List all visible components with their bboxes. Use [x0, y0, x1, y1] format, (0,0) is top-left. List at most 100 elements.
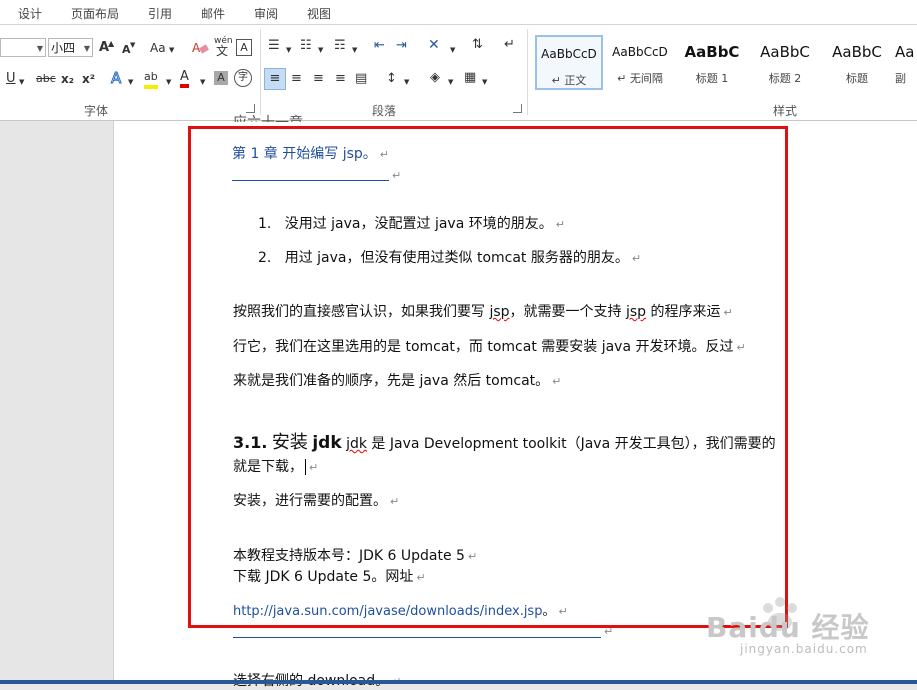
phonetic-guide-button[interactable]: 文 — [216, 43, 228, 59]
chevron-down-icon: ▼ — [36, 44, 43, 53]
group-divider — [527, 29, 528, 115]
subscript-button[interactable]: x₂ — [61, 71, 74, 87]
section-title-cn: 安装 — [271, 432, 308, 453]
style-no-spacing[interactable]: AaBbCcD ↵ 无间隔 — [606, 35, 674, 90]
chapter-title: 第 1 章 开始编写 jsp。 ↵ — [232, 143, 389, 163]
line-spacing-icon[interactable]: ↕ — [386, 71, 397, 87]
list-text: 用过 java，但没有使用过类似 tomcat 服务器的朋友。 — [284, 250, 629, 266]
chevron-down-icon: ▼ — [404, 78, 410, 86]
chevron-down-icon: ▼ — [482, 78, 488, 86]
paragraph-dialog-launcher[interactable] — [513, 104, 522, 113]
style-name: 标题 2 — [768, 72, 802, 85]
change-case-button[interactable]: Aa — [150, 40, 166, 56]
download-link[interactable]: http://java.sun.com/javase/downloads/ind… — [233, 604, 542, 619]
chevron-down-icon: ▼ — [318, 46, 324, 54]
body-line: 行它，我们在这里选用的是 tomcat，而 tomcat 需要安装 java 开… — [233, 336, 746, 356]
ribbon-tab-bar: 设计 页面布局 引用 邮件 审阅 视图 — [0, 0, 917, 25]
style-sample: AaBbC — [760, 43, 810, 61]
show-marks-icon[interactable]: ↵ — [504, 37, 515, 53]
grow-arrow-icon: ▲ — [108, 39, 115, 48]
tab-mailings[interactable]: 邮件 — [201, 5, 225, 22]
paragraph-group-label: 段落 — [372, 104, 397, 118]
chevron-down-icon: ▼ — [286, 46, 292, 54]
style-heading-2[interactable]: AaBbC 标题 2 — [751, 35, 819, 90]
style-name: ↵ 正文 — [551, 74, 587, 87]
chevron-down-icon: ▼ — [128, 78, 134, 86]
watermark-logo-text: Baidu 经验 — [706, 611, 870, 644]
text-effect-button[interactable]: A — [110, 70, 121, 87]
align-right-button[interactable]: ≡ — [313, 71, 324, 87]
paragraph-mark-icon: ↵ — [552, 375, 562, 388]
enclose-char-button[interactable]: 字 — [234, 69, 252, 87]
multilevel-list-icon[interactable]: ☶ — [334, 38, 346, 54]
char-shading-button[interactable]: A — [214, 71, 228, 85]
style-sample: AaBbCcD — [541, 47, 597, 61]
char-border-button[interactable]: A — [236, 39, 252, 56]
text-run: 的程序来运 — [646, 304, 721, 320]
strikethrough-button[interactable]: abc — [36, 71, 56, 87]
text-run: 。 — [542, 604, 556, 619]
sort-icon[interactable]: ⇅ — [472, 37, 483, 53]
chevron-down-icon: ▼ — [450, 46, 456, 54]
list-number: 2. — [258, 250, 272, 266]
partial-line: 应六十一章。 — [233, 112, 317, 122]
increase-indent-icon[interactable]: ⇥ — [396, 38, 407, 54]
text-run: 按照我们的直接感官认识，如果我们要写 — [233, 304, 490, 320]
style-name: 副 — [895, 72, 906, 85]
style-name: 标题 1 — [695, 72, 729, 85]
body-line: 按照我们的直接感官认识，如果我们要写 jsp，就需要一个支持 jsp 的程序来运… — [233, 301, 733, 321]
style-subtitle[interactable]: Aa 副 — [895, 35, 917, 90]
numbering-icon[interactable]: ☷ — [300, 38, 312, 54]
underline-button[interactable]: U — [6, 71, 16, 87]
body-line: 安装，进行需要的配置。 ↵ — [233, 490, 399, 510]
chinese-layout-icon[interactable]: ✕ — [428, 37, 440, 53]
style-name: ↵ 无间隔 — [617, 72, 663, 85]
justify-button[interactable]: ≡ — [335, 71, 346, 87]
style-sample: Aa — [895, 43, 915, 61]
paragraph-mark-icon: ↵ — [555, 218, 565, 231]
style-heading-1[interactable]: AaBbC 标题 1 — [678, 35, 746, 90]
download-line: 下载 JDK 6 Update 5。网址 ↵ — [233, 566, 426, 586]
tab-references[interactable]: 引用 — [148, 5, 172, 22]
tab-view[interactable]: 视图 — [307, 5, 331, 22]
text-run: 就是下载， — [233, 459, 303, 475]
font-color-button[interactable]: A — [180, 69, 189, 88]
text-cursor — [305, 459, 306, 475]
font-size-combo[interactable]: 小四 ▼ — [48, 38, 93, 57]
spellcheck-word: jdk — [346, 436, 367, 452]
font-name-combo[interactable]: ▼ — [0, 38, 46, 57]
align-center-button[interactable]: ≡ — [291, 71, 302, 87]
bullets-icon[interactable]: ☰ — [268, 38, 280, 54]
style-sample: AaBbC — [684, 43, 740, 61]
paragraph-mark-icon: ↵ — [631, 252, 642, 265]
style-sample: AaBbCcD — [612, 45, 668, 59]
text-run: 来就是我们准备的顺序，先是 java 然后 tomcat。 — [233, 373, 550, 389]
styles-group-label: 样式 — [773, 104, 798, 118]
tab-design[interactable]: 设计 — [18, 5, 42, 22]
text-run: ，就需要一个支持 — [509, 304, 626, 320]
paragraph-mark-icon: ↵ — [390, 495, 400, 508]
chevron-down-icon: ▼ — [169, 46, 175, 54]
chevron-down-icon: ▼ — [352, 46, 358, 54]
highlight-button[interactable]: ab — [144, 69, 158, 89]
shrink-arrow-icon: ▼ — [130, 41, 136, 49]
paragraph-mark-icon: ↵ — [604, 625, 614, 638]
paragraph-mark-icon: ↵ — [558, 605, 568, 618]
style-name: 标题 — [846, 72, 868, 85]
tab-review[interactable]: 审阅 — [254, 5, 278, 22]
superscript-button[interactable]: x² — [82, 71, 95, 87]
text-run: 行它，我们在这里选用的是 tomcat，而 tomcat 需要安装 java 开… — [233, 339, 734, 355]
eraser-icon — [199, 44, 209, 54]
list-item: 2. 用过 java，但没有使用过类似 tomcat 服务器的朋友。 ↵ — [258, 247, 641, 267]
body-line: 来就是我们准备的顺序，先是 java 然后 tomcat。 ↵ — [233, 370, 561, 390]
style-title[interactable]: AaBbC 标题 — [823, 35, 891, 90]
align-left-button[interactable]: ≡ — [264, 68, 286, 90]
borders-icon[interactable]: ▦ — [464, 70, 476, 86]
section-title-en: jdk — [312, 433, 342, 453]
list-item: 1. 没用过 java，没配置过 java 环境的朋友。 ↵ — [258, 213, 565, 233]
shading-icon[interactable]: ◈ — [430, 70, 440, 86]
distributed-button[interactable]: ▤ — [355, 71, 367, 87]
style-normal[interactable]: AaBbCcD ↵ 正文 — [535, 35, 603, 90]
tab-page-layout[interactable]: 页面布局 — [71, 5, 119, 22]
decrease-indent-icon[interactable]: ⇤ — [374, 38, 385, 54]
